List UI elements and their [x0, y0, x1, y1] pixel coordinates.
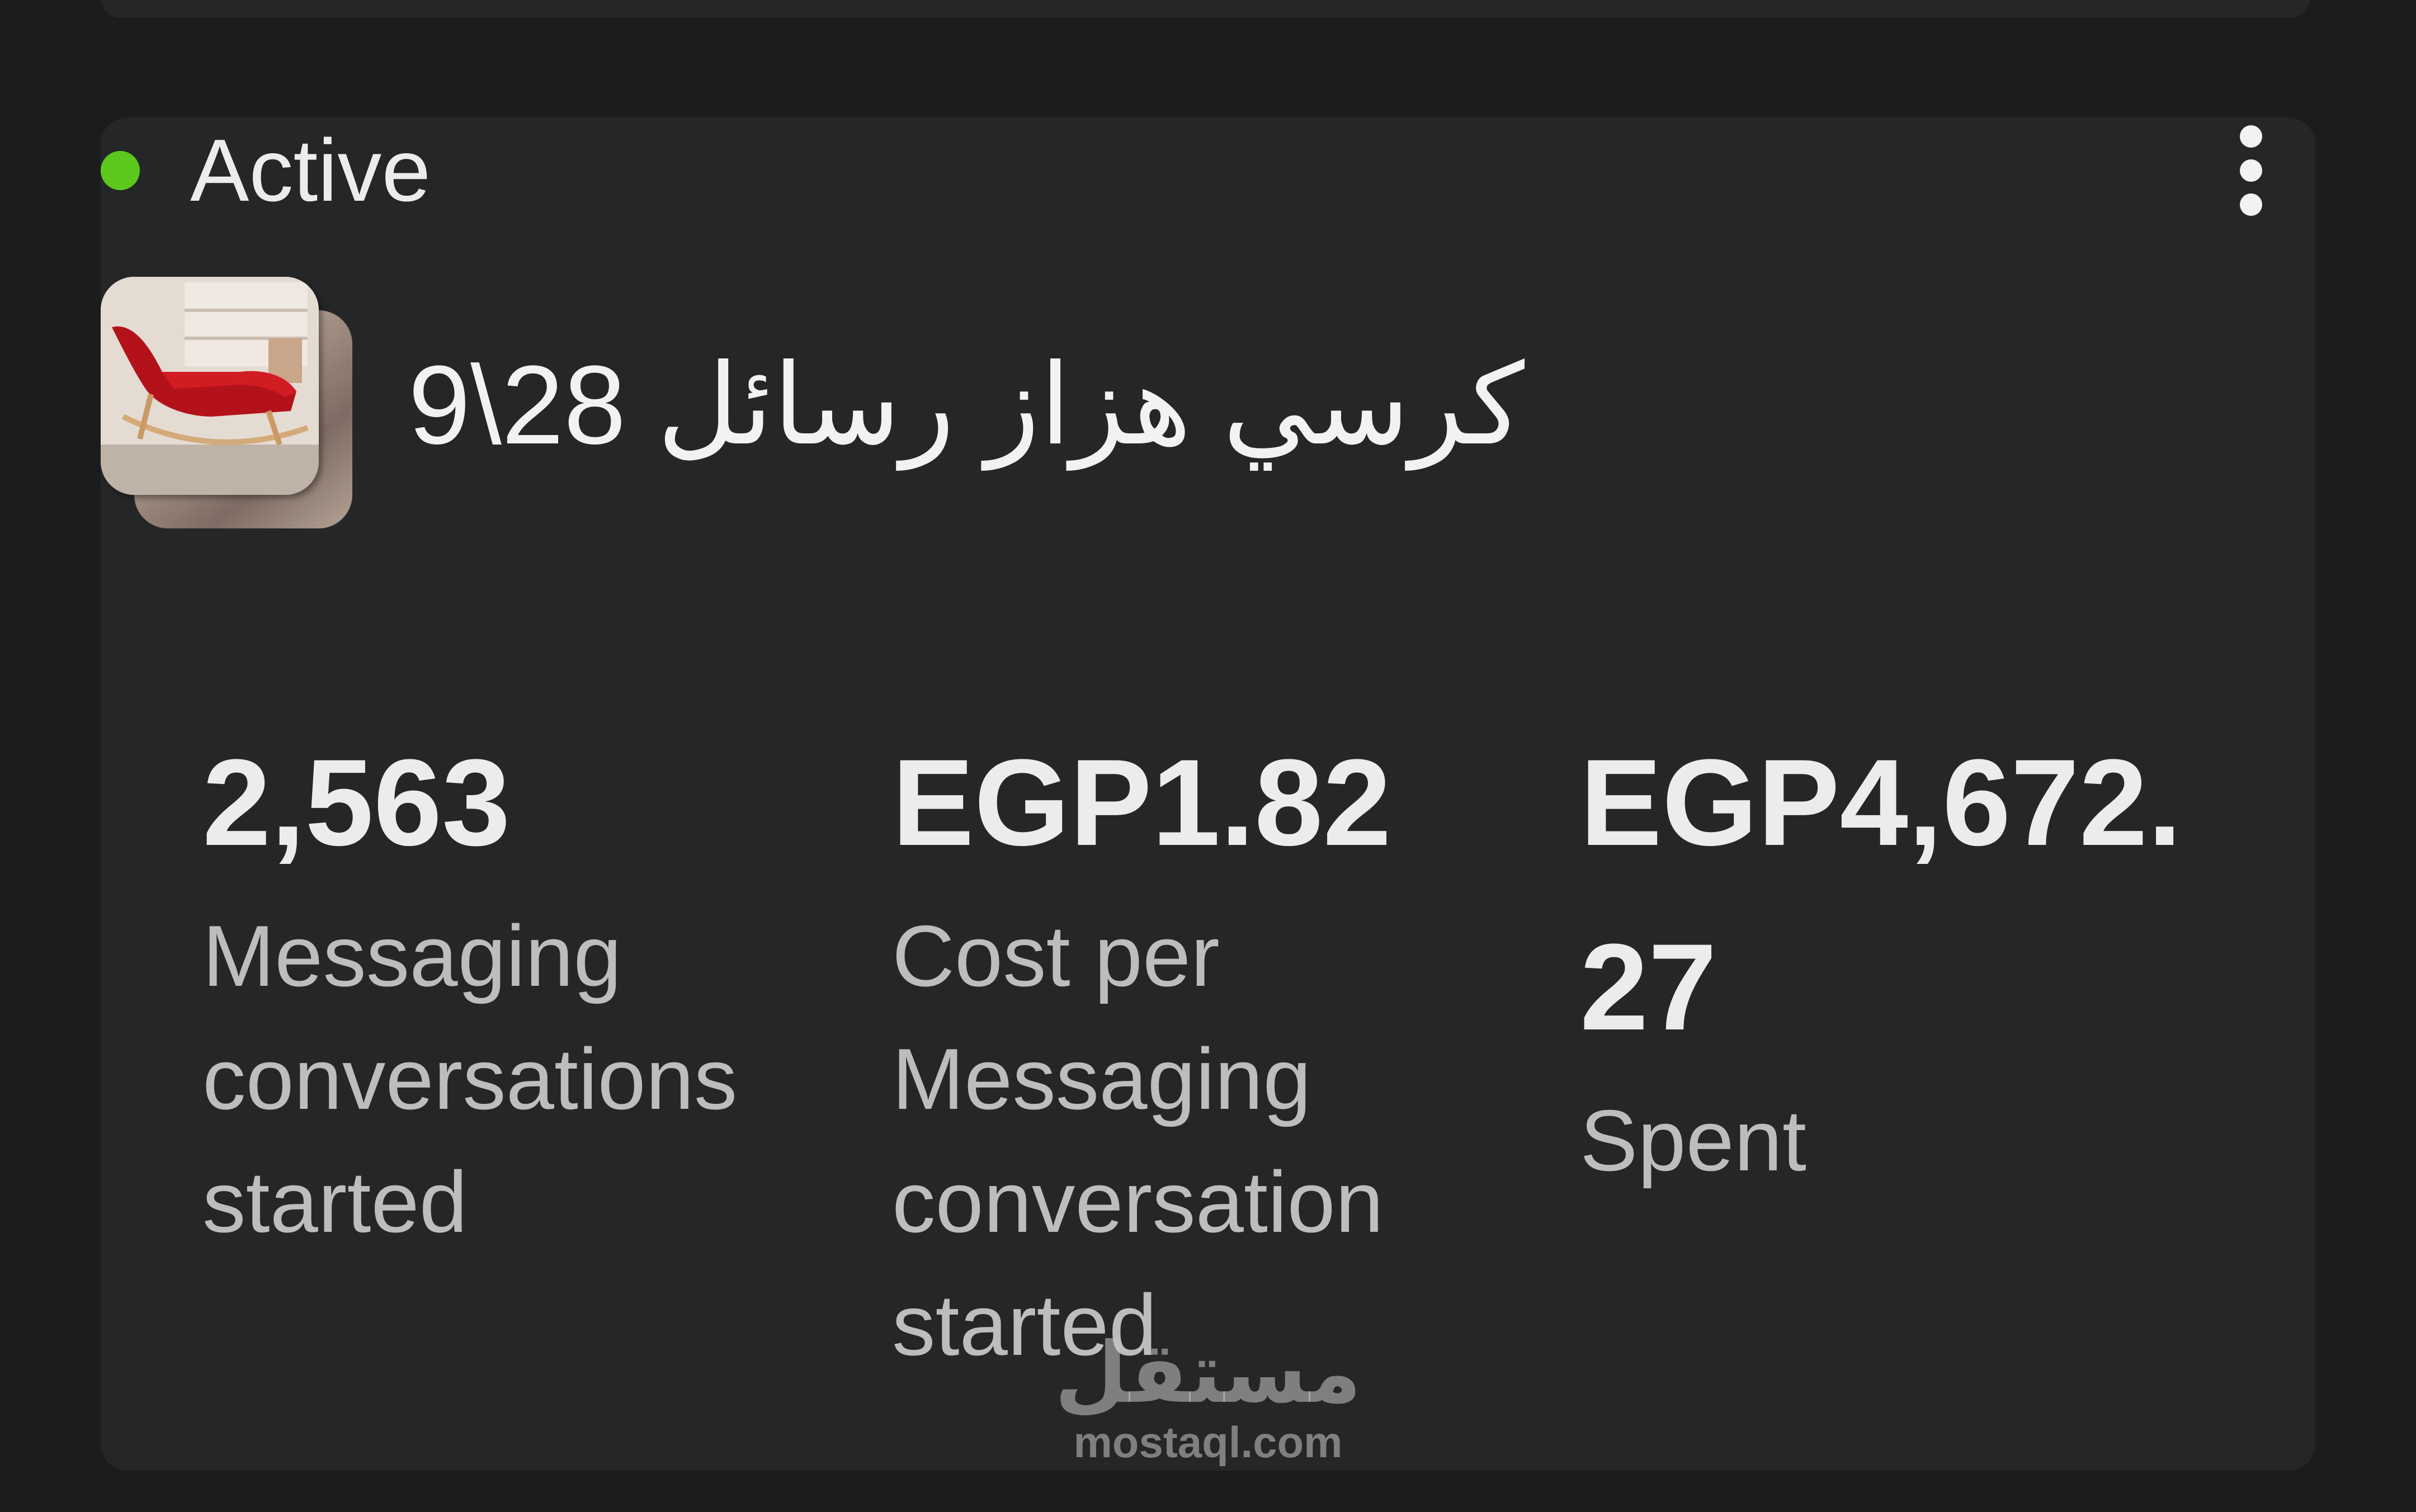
metric-value: EGP1.82 [892, 734, 1391, 871]
more-vertical-icon-dot [2240, 159, 2262, 182]
metric-label: Cost per Messaging conversation started [892, 908, 1384, 1373]
more-vertical-icon-dot [2240, 193, 2262, 216]
metric-messaging-conversations: 2,563 Messaging conversations started [202, 733, 790, 1264]
status-row: Active [101, 123, 431, 218]
more-options-button[interactable] [2226, 123, 2276, 218]
more-vertical-icon [2240, 125, 2262, 148]
metric-label: Messaging conversations started [202, 908, 738, 1250]
status-indicator-dot [101, 151, 140, 190]
metric-label: Spent [1580, 1092, 1807, 1189]
ad-row[interactable]: كرسي هزاز رسائل 28\9 [101, 277, 1525, 534]
metric-amount-spent: EGP4,672.27 Spent [1580, 733, 2195, 1202]
ad-title: كرسي هزاز رسائل 28\9 [408, 343, 1525, 467]
rocking-chair-image [101, 277, 319, 495]
metric-value: 2,563 [202, 734, 511, 871]
watermark-arabic: مستقل [1054, 1326, 1362, 1420]
watermark-logo: مستقل mostaql.com [1040, 1331, 1376, 1464]
metric-value: EGP4,672.27 [1580, 734, 2182, 1056]
ad-thumbnail [101, 277, 358, 534]
previous-card-edge [101, 0, 2310, 18]
status-label: Active [190, 121, 431, 220]
metric-cost-per-conversation: EGP1.82 Cost per Messaging conversation … [892, 733, 1479, 1387]
watermark-latin: mostaql.com [1073, 1418, 1343, 1467]
